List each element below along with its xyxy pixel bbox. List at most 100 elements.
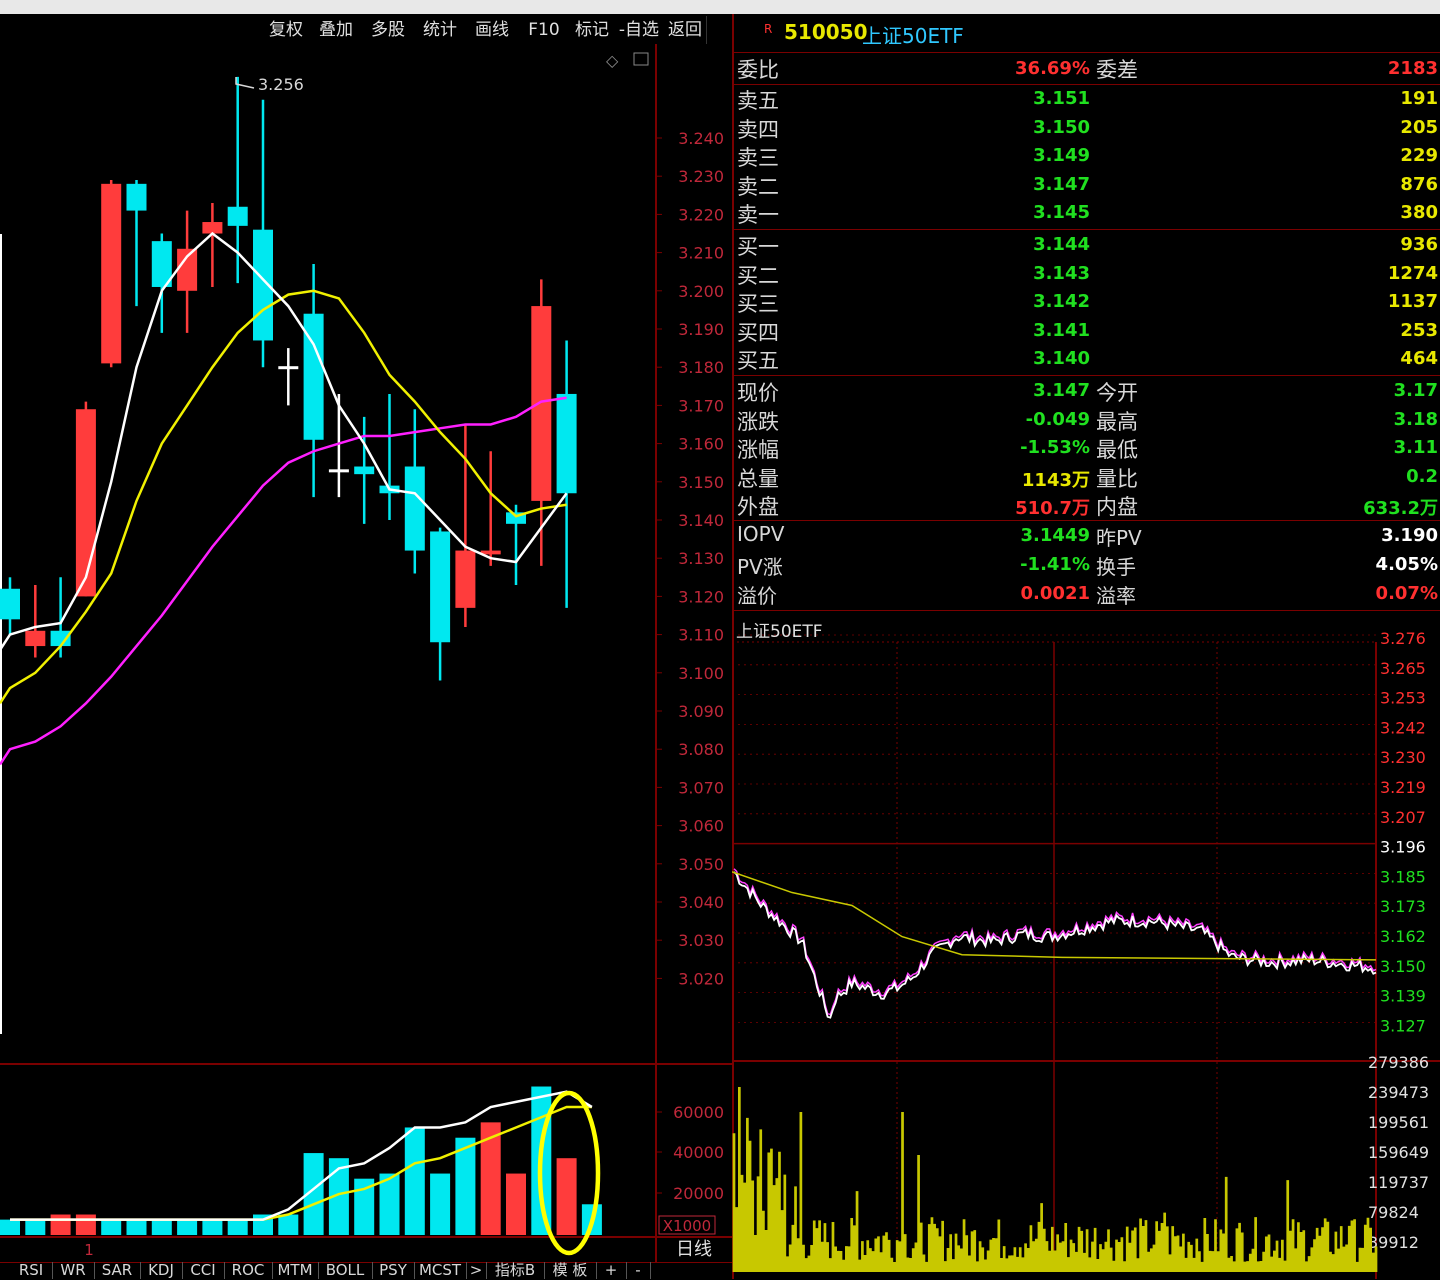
indicator-tab-9[interactable]: MCST [414,1262,467,1279]
candle-body [531,306,552,501]
bid-price[interactable]: 3.143 [890,263,1090,284]
candle-body [430,531,451,643]
orderbook-divider [734,375,1440,376]
intraday-volume-label: 159649 [1368,1143,1429,1162]
indicator-tab-5[interactable]: ROC [224,1262,273,1279]
toolbar-button-8[interactable]: 返回 [664,16,707,44]
price-axis-label: 3.190 [678,320,724,339]
indicator-tab-4[interactable]: CCI [182,1262,225,1279]
ask-price[interactable]: 3.151 [890,88,1090,109]
stat-label-right: 今开 [1096,381,1138,405]
price-axis-label: 3.100 [678,664,724,683]
bid-price[interactable]: 3.144 [890,234,1090,255]
volume-ma1-line [10,1090,593,1221]
indicator-tab-13[interactable]: + [596,1262,627,1279]
candle-body [202,222,223,234]
price-axis-label: 3.180 [678,358,724,377]
candle-body [455,550,476,608]
stat-label-right: 最低 [1096,438,1138,462]
orderbook-divider [734,52,1440,53]
volume-bar [430,1173,451,1235]
bid-label: 买一 [737,235,779,259]
stat-label-left: 现价 [737,381,779,405]
toolbar-button-3[interactable]: 统计 [414,16,467,44]
indicator-tab-2[interactable]: SAR [94,1262,141,1279]
price-axis-label: 3.140 [678,511,724,530]
intraday-price-label: 3.150 [1380,957,1426,976]
volume-bar [75,1214,96,1235]
volume-bar [101,1219,122,1235]
intraday-volume-label: 279386 [1368,1053,1429,1072]
volume-axis-label: 60000 [673,1103,724,1122]
toolbar-button-6[interactable]: 标记 [570,16,615,44]
ask-volume: 191 [1400,88,1438,109]
indicator-tab-11[interactable]: 指标B [486,1262,545,1279]
price-axis-label: 3.030 [678,931,724,950]
iopv-value-left: 0.0021 [1020,583,1090,604]
candle-body [101,183,122,364]
indicator-tab-3[interactable]: KDJ [140,1262,183,1279]
toolbar-button-5[interactable]: F10 [518,16,571,44]
price-axis-label: 3.230 [678,167,724,186]
panel-toggle-icon[interactable] [633,52,649,66]
bid-volume: 1137 [1387,291,1438,312]
indicator-tab-8[interactable]: PSY [372,1262,415,1279]
ask-label: 卖二 [737,174,779,199]
intraday-price-line [733,871,1377,1019]
intraday-price-label: 3.253 [1380,689,1426,708]
price-axis-label: 3.120 [678,587,724,606]
bid-price[interactable]: 3.142 [890,291,1090,312]
risk-badge: R [764,22,773,36]
volume-unit-label: X1000 [663,1217,711,1235]
ask-label: 卖四 [737,117,779,142]
ask-price[interactable]: 3.150 [890,117,1090,138]
stat-value-left: 3.147 [1033,380,1090,401]
toolbar-button-7[interactable]: -自选 [614,16,665,44]
ask-price[interactable]: 3.149 [890,145,1090,166]
security-name[interactable]: 上证50ETF [862,20,964,49]
price-axis-label: 3.110 [678,626,724,645]
ask-volume: 380 [1400,202,1438,223]
price-axis-label: 3.210 [678,244,724,263]
intraday-volume-label: 239473 [1368,1083,1429,1102]
candle-body [126,183,147,211]
indicator-tab-12[interactable]: 模 板 [544,1262,597,1279]
indicator-tab-14[interactable]: - [626,1262,651,1279]
bid-price[interactable]: 3.140 [890,348,1090,369]
stat-label-left: 涨跌 [737,409,779,434]
kline-chart[interactable]: 3.240 3.230 3.220 3.210 3.200 3.190 3.180 3.170… [0,44,732,1279]
indicator-tab-6[interactable]: MTM [272,1262,319,1279]
intraday-volume-label: 119737 [1368,1173,1429,1192]
toolbar-button-4[interactable]: 画线 [466,16,519,44]
indicator-tab-0[interactable]: RSI [10,1262,53,1279]
indicator-tab-10[interactable]: > [466,1262,487,1279]
toolbar-button-0[interactable]: 复权 [262,16,311,44]
volume-bar [556,1158,577,1235]
volume-bar [506,1173,526,1235]
stat-value-left: 510.7万 [1015,498,1090,519]
intraday-volume-bars [732,1087,1378,1272]
iopv-label-right: 昨PV [1096,526,1142,550]
intraday-price-label: 3.276 [1380,629,1426,648]
intraday-volume-label: 199561 [1368,1113,1429,1132]
stat-label-left: 外盘 [737,495,779,519]
weibi-label: 委比 [737,58,779,82]
intraday-chart[interactable]: 3.276 3.265 3.253 3.242 3.230 3.219 3.207 3.196… [732,612,1440,1279]
toolbar-button-1[interactable]: 叠加 [310,16,363,44]
candle-body [556,393,577,494]
intraday-volume-label: 79824 [1368,1203,1419,1222]
orderbook-divider [734,84,1440,85]
candle-body [354,466,375,475]
toolbar-button-2[interactable]: 多股 [362,16,415,44]
price-axis-label: 3.240 [678,129,724,148]
ask-label: 卖五 [737,89,779,113]
stat-value-right: 633.2万 [1363,498,1438,519]
ask-price[interactable]: 3.147 [890,174,1090,195]
bid-price[interactable]: 3.141 [890,320,1090,341]
ask-label: 卖一 [737,203,779,227]
ask-price[interactable]: 3.145 [890,202,1090,223]
period-label[interactable]: 日线 [676,1239,712,1260]
kline-left-marker [0,234,2,1034]
indicator-tab-1[interactable]: WR [52,1262,95,1279]
indicator-tab-7[interactable]: BOLL [318,1262,373,1279]
